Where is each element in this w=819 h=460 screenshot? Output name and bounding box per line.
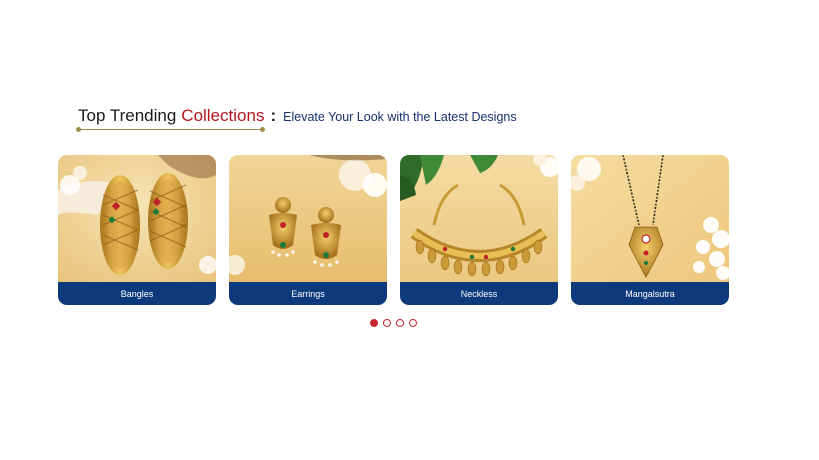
collection-card-earrings[interactable]: Earrings <box>229 155 387 305</box>
pagination-dot-2[interactable] <box>383 319 391 327</box>
underline-dot-right <box>260 126 265 132</box>
bangles-image <box>58 155 216 282</box>
title-underline <box>76 126 265 132</box>
title-separator: : <box>270 106 277 125</box>
section-title: Top Trending <box>78 106 177 125</box>
collection-card-bangles[interactable]: Bangles <box>58 155 216 305</box>
card-label: Mangalsutra <box>571 282 729 305</box>
mangalsutra-image <box>571 155 729 282</box>
heading-row: Top Trending Collections : Elevate Your … <box>78 106 517 126</box>
section-heading: Top Trending Collections : Elevate Your … <box>76 106 517 134</box>
section-subtitle: Elevate Your Look with the Latest Design… <box>283 110 517 124</box>
card-label: Earrings <box>229 282 387 305</box>
underline-dot-left <box>76 126 81 132</box>
earrings-image <box>229 155 387 282</box>
collection-card-necklace[interactable]: Neckless <box>400 155 558 305</box>
card-label: Neckless <box>400 282 558 305</box>
pagination-dot-1[interactable] <box>370 319 378 327</box>
pagination-dot-3[interactable] <box>396 319 404 327</box>
carousel-pagination <box>370 319 417 327</box>
collection-carousel: Bangles Earrings Neckless Mangalsutra <box>58 155 729 305</box>
card-label: Bangles <box>58 282 216 305</box>
necklace-image <box>400 155 558 282</box>
pagination-dot-4[interactable] <box>409 319 417 327</box>
collection-card-mangalsutra[interactable]: Mangalsutra <box>571 155 729 305</box>
section-title-accent: Collections <box>181 106 265 125</box>
